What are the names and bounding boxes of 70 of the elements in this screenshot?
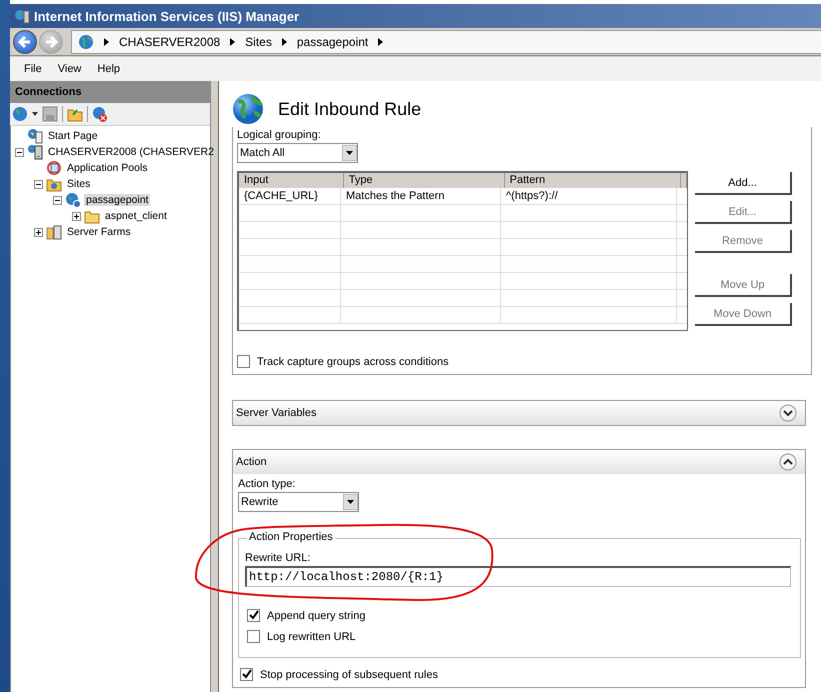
grouping-dropdown[interactable]: Match All <box>237 143 358 163</box>
dropdown-icon[interactable] <box>32 112 38 116</box>
section-title: Action <box>236 456 267 468</box>
tree-toggle[interactable] <box>34 228 43 236</box>
server-farm-icon <box>46 224 62 240</box>
column-header[interactable]: Type <box>344 173 505 188</box>
checkbox[interactable] <box>247 609 260 622</box>
group-title: Action Properties <box>247 531 335 543</box>
globe-icon <box>65 192 81 208</box>
section-title: Server Variables <box>236 407 316 419</box>
breadcrumb-item[interactable]: Sites <box>245 34 272 48</box>
tree-toggle[interactable] <box>15 148 24 156</box>
tree-item[interactable]: Application Pools <box>65 162 150 174</box>
tree-item[interactable]: passagepoint <box>84 194 150 206</box>
checkbox-label: Stop processing of subsequent rules <box>260 668 438 680</box>
home-server-icon <box>27 128 43 144</box>
field-label: Rewrite URL: <box>245 552 312 564</box>
tree-toggle[interactable] <box>72 212 81 220</box>
page-title: Edit Inbound Rule <box>278 98 422 120</box>
window-title: Internet Information Services (IIS) Manager <box>34 8 300 24</box>
checkbox-label: Log rewritten URL <box>267 630 356 642</box>
rewrite-url-field[interactable]: http://localhost:2080/{R:1} <box>245 566 791 587</box>
app-icon <box>14 8 30 24</box>
chevron-icon <box>230 38 236 46</box>
tree-item[interactable]: CHASERVER2008 (CHASERVER2 <box>46 146 216 158</box>
section-header[interactable]: Server Variables <box>233 401 805 425</box>
checkbox-label: Append query string <box>267 610 366 622</box>
panel-header: Connections <box>10 81 210 103</box>
section-header[interactable]: Action <box>233 450 805 474</box>
chevron-icon <box>378 38 384 46</box>
disconnect-icon[interactable] <box>92 106 108 122</box>
menu-item[interactable]: View <box>50 61 90 77</box>
tree-item[interactable]: Sites <box>65 178 92 190</box>
table-cell: ^(https?):// <box>501 188 677 204</box>
breadcrumb-item[interactable]: CHASERVER2008 <box>119 34 220 48</box>
action-type-dropdown[interactable]: Rewrite <box>238 492 359 512</box>
checkbox-label: Track capture groups across conditions <box>257 356 449 368</box>
globe-icon <box>78 34 94 50</box>
globe-icon[interactable] <box>12 106 28 122</box>
dropdown-icon <box>343 494 358 510</box>
column-header[interactable]: Input <box>239 173 344 188</box>
tree-item[interactable]: Server Farms <box>65 226 133 238</box>
column-header[interactable]: Pattern <box>504 173 681 188</box>
menu-item[interactable]: Help <box>89 61 128 77</box>
field-label: Logical grouping: <box>237 129 322 141</box>
checkbox[interactable] <box>247 630 260 643</box>
tree-toggle[interactable] <box>53 196 62 204</box>
checkbox[interactable] <box>237 355 250 368</box>
back-button[interactable] <box>13 30 37 54</box>
table-cell: {CACHE_URL} <box>239 188 341 204</box>
table-cell: Matches the Pattern <box>341 188 501 204</box>
collapse-icon[interactable] <box>779 453 797 471</box>
checkbox[interactable] <box>240 668 253 681</box>
expand-icon[interactable] <box>779 404 797 422</box>
tree-toggle[interactable] <box>34 180 43 188</box>
breadcrumb-item[interactable]: passagepoint <box>296 34 368 48</box>
chevron-icon <box>282 38 287 46</box>
dropdown-icon <box>342 145 357 161</box>
menu-item[interactable]: File <box>16 61 50 77</box>
app-pool-icon <box>46 160 62 176</box>
chevron-icon <box>104 38 109 46</box>
forward-arrow-icon <box>43 34 59 50</box>
field-label: Action type: <box>238 478 296 490</box>
globe-icon <box>232 93 264 125</box>
server-icon <box>27 144 43 160</box>
tree-item[interactable]: Start Page <box>46 130 100 142</box>
tree-item[interactable]: aspnet_client <box>103 210 169 222</box>
address-bar[interactable]: CHASERVER2008 Sites passagepoint <box>71 30 821 54</box>
action-button[interactable]: Add... <box>695 172 792 195</box>
back-arrow-icon <box>17 34 33 50</box>
